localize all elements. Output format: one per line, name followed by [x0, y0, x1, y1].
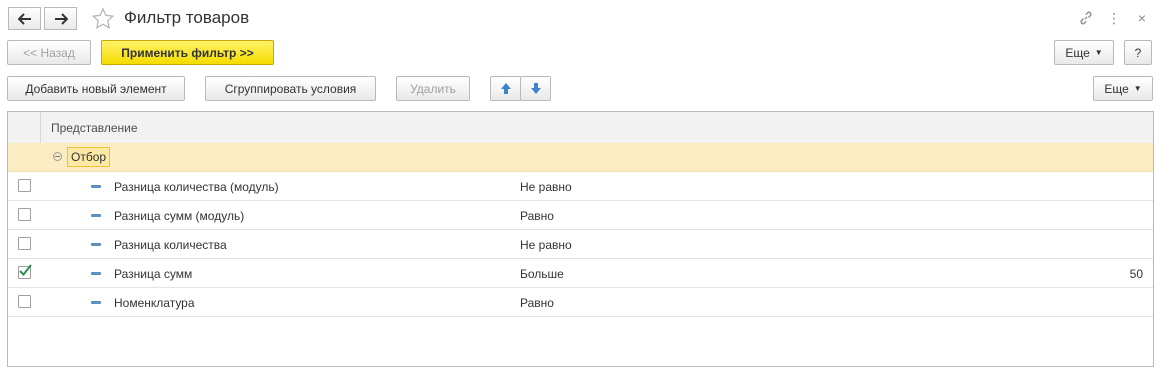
row-comparison[interactable]: Больше [520, 267, 564, 281]
group-row[interactable]: Отбор [8, 143, 1153, 172]
group-conditions-button[interactable]: Сгруппировать условия [205, 76, 376, 101]
table-row[interactable]: Номенклатура Равно [8, 288, 1153, 317]
table-row[interactable]: Разница сумм (модуль) Равно [8, 201, 1153, 230]
row-checkbox[interactable] [18, 179, 31, 192]
more-menu-button-top[interactable]: Еще ▼ [1054, 40, 1114, 65]
favorite-star-icon[interactable] [91, 7, 115, 32]
condition-icon [91, 214, 101, 217]
condition-icon [91, 243, 101, 246]
add-element-button[interactable]: Добавить новый элемент [7, 76, 185, 101]
column-header-presentation[interactable]: Представление [51, 121, 138, 135]
more-label: Еще [1104, 81, 1129, 96]
row-checkbox[interactable] [18, 295, 31, 308]
condition-icon [91, 185, 101, 188]
link-icon[interactable] [1076, 8, 1096, 28]
apply-filter-button[interactable]: Применить фильтр >> [101, 40, 274, 65]
row-name: Разница сумм (модуль) [114, 209, 245, 223]
row-name: Номенклатура [114, 296, 195, 310]
close-icon[interactable]: × [1132, 8, 1152, 28]
row-name: Разница сумм [114, 267, 193, 281]
row-comparison[interactable]: Не равно [520, 238, 572, 252]
checkbox-column-header [8, 112, 41, 143]
filter-table: Представление Отбор Разница количества (… [7, 111, 1154, 367]
table-header: Представление [8, 112, 1153, 144]
condition-icon [91, 272, 101, 275]
more-label: Еще [1065, 45, 1090, 60]
more-vertical-icon[interactable]: ⋮ [1104, 8, 1124, 28]
row-name: Разница количества [114, 238, 227, 252]
move-up-button[interactable] [490, 76, 521, 101]
back-button[interactable]: << Назад [7, 40, 91, 65]
window-title: Фильтр товаров [124, 8, 250, 27]
dropdown-arrow-icon: ▼ [1133, 84, 1142, 93]
row-value[interactable]: 50 [1130, 267, 1143, 281]
group-label: Отбор [67, 147, 111, 167]
row-comparison[interactable]: Не равно [520, 180, 572, 194]
arrow-right-icon [54, 12, 68, 25]
row-name: Разница количества (модуль) [114, 180, 279, 194]
table-row[interactable]: Разница количества (модуль) Не равно [8, 172, 1153, 201]
arrow-down-icon [530, 83, 541, 94]
move-down-button[interactable] [520, 76, 551, 101]
row-checkbox[interactable] [18, 208, 31, 221]
condition-icon [91, 301, 101, 304]
row-checkbox[interactable] [18, 237, 31, 250]
row-comparison[interactable]: Равно [520, 296, 554, 310]
check-icon [19, 264, 32, 277]
table-row[interactable]: Разница сумм Больше 50 [8, 259, 1153, 288]
back-nav-button[interactable] [8, 7, 41, 30]
more-menu-button-table[interactable]: Еще ▼ [1093, 76, 1153, 101]
help-button[interactable]: ? [1124, 40, 1152, 65]
forward-nav-button[interactable] [44, 7, 77, 30]
row-checkbox-checked[interactable] [18, 264, 32, 279]
arrow-left-icon [17, 12, 31, 25]
dropdown-arrow-icon: ▼ [1094, 48, 1103, 57]
collapse-icon[interactable] [53, 152, 62, 161]
table-row[interactable]: Разница количества Не равно [8, 230, 1153, 259]
arrow-up-icon [500, 83, 511, 94]
row-comparison[interactable]: Равно [520, 209, 554, 223]
delete-button[interactable]: Удалить [396, 76, 470, 101]
